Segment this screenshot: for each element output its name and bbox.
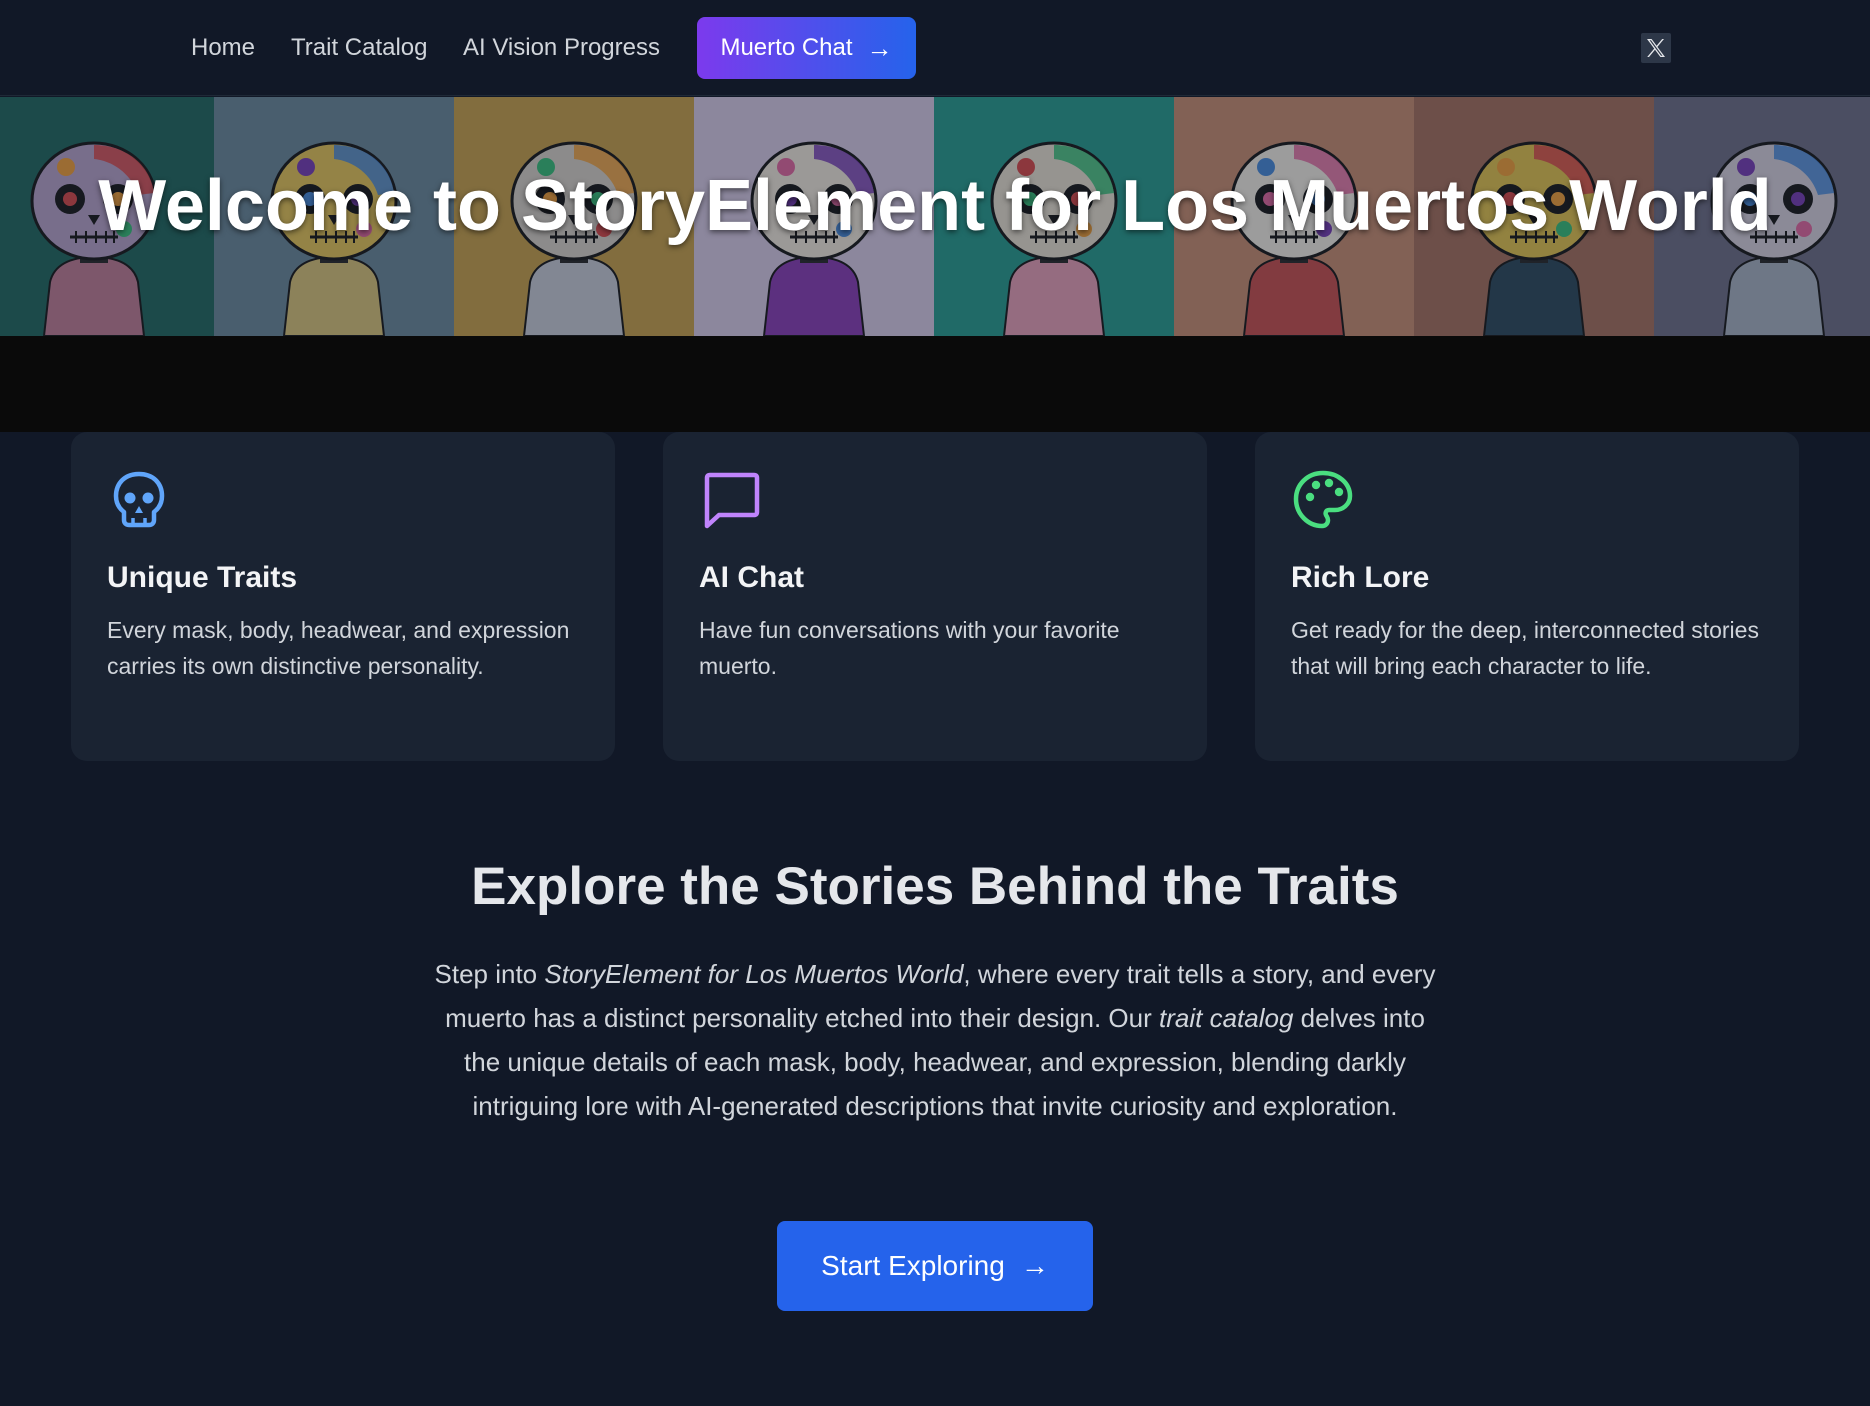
feature-text: Have fun conversations with your favorit… [699, 617, 1120, 679]
explore-section-text: Step into StoryElement for Los Muertos W… [425, 952, 1445, 1128]
feature-title: Rich Lore [1291, 561, 1430, 594]
arrow-right-icon: → [1020, 1250, 1049, 1281]
explore-text-part: Step into [434, 959, 545, 989]
chat-bubble-icon [704, 472, 760, 529]
hero-title: Welcome to StoryElement for Los Muertos … [98, 165, 1772, 246]
feature-title: AI Chat [699, 561, 804, 594]
feature-text: Every mask, body, headwear, and expressi… [107, 617, 570, 679]
feature-card-ai-chat: AI Chat Have fun conversations with your… [663, 432, 1207, 761]
nav-home-link[interactable]: Home [191, 32, 255, 64]
top-nav: Home Trait Catalog AI Vision Progress Mu… [0, 0, 1870, 96]
feature-card-rich-lore: Rich Lore Get ready for the deep, interc… [1255, 432, 1799, 761]
feature-title: Unique Traits [107, 561, 298, 594]
explore-text-emphasis: trait catalog [1159, 1003, 1294, 1033]
explore-text-emphasis: StoryElement for Los Muertos World [544, 959, 964, 989]
x-logo-icon[interactable] [1641, 33, 1671, 63]
hero-banner: Welcome to StoryElement for Los Muertos … [0, 97, 1870, 336]
feature-text: Get ready for the deep, interconnected s… [1291, 617, 1759, 679]
feature-card-unique-traits: Unique Traits Every mask, body, headwear… [71, 432, 615, 761]
muerto-chat-label: Muerto Chat [720, 34, 853, 61]
nav-ai-vision-progress-link[interactable]: AI Vision Progress [463, 32, 660, 64]
muerto-chat-button[interactable]: Muerto Chat → [697, 17, 916, 79]
explore-section-title: Explore the Stories Behind the Traits [471, 857, 1399, 916]
skull-icon [113, 471, 165, 528]
arrow-right-icon: → [866, 33, 893, 63]
palette-icon [1293, 470, 1353, 529]
nav-trait-catalog-link[interactable]: Trait Catalog [291, 32, 428, 64]
hero-spacer [0, 336, 1870, 432]
start-exploring-button[interactable]: Start Exploring → [777, 1221, 1093, 1311]
start-exploring-label: Start Exploring [821, 1250, 1005, 1281]
